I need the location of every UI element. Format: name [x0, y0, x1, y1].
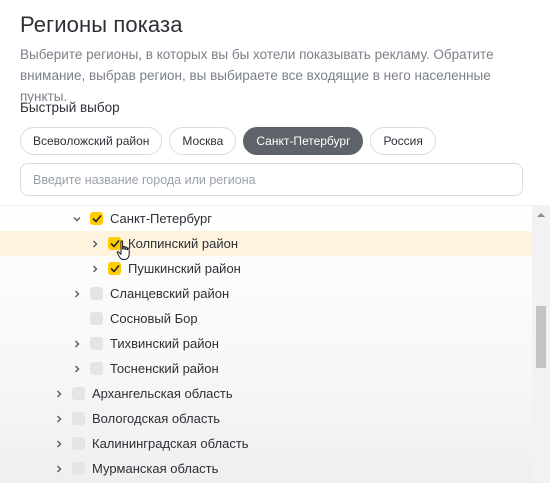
chip-saint-petersburg[interactable]: Санкт-Петербург [243, 127, 364, 155]
chevron-right-icon[interactable] [72, 364, 82, 374]
chip-vsevolozhsky[interactable]: Всеволожский район [20, 127, 163, 155]
description-text: Выберите регионы, в которых вы бы хотели… [20, 47, 494, 104]
tree-row-tosnensky[interactable]: Тосненский район [0, 356, 550, 381]
checkbox-unchecked[interactable] [72, 412, 85, 425]
chevron-down-icon[interactable] [72, 214, 82, 224]
tree-row-label: Вологодская область [92, 411, 221, 426]
tree-row-label: Санкт-Петербург [110, 211, 212, 226]
chevron-right-icon[interactable] [54, 464, 64, 474]
checkbox-unchecked[interactable] [72, 437, 85, 450]
chevron-right-icon[interactable] [72, 339, 82, 349]
tree-row-label: Тосненский район [110, 361, 219, 376]
tree-row-label: Сланцевский район [110, 286, 230, 301]
tree-row-sosnovy-bor[interactable]: Сосновый Бор [0, 306, 550, 331]
checkbox-checked[interactable] [108, 262, 121, 275]
tree-row-label: Тихвинский район [110, 336, 219, 351]
checkbox-unchecked[interactable] [90, 287, 103, 300]
tree-row-label: Калининградская область [92, 436, 249, 451]
tree-row-slantsevsky[interactable]: Сланцевский район [0, 281, 550, 306]
scroll-up-arrow-icon[interactable] [537, 211, 545, 219]
quick-select-label: Быстрый выбор [20, 100, 120, 115]
chip-russia[interactable]: Россия [370, 127, 436, 155]
tree-row-murmansk[interactable]: Мурманская область [0, 456, 550, 481]
tree-row-vologda[interactable]: Вологодская область [0, 406, 550, 431]
chevron-right-icon[interactable] [90, 264, 100, 274]
checkbox-unchecked[interactable] [72, 462, 85, 475]
chevron-right-icon[interactable] [54, 439, 64, 449]
tree-row-arkhangelsk[interactable]: Архангельская область [0, 381, 550, 406]
checkbox-checked[interactable] [108, 237, 121, 250]
tree-row-kolpinsky[interactable]: Колпинский район [0, 231, 550, 256]
tree-row-label: Пушкинский район [128, 261, 241, 276]
tree-row-saint-petersburg[interactable]: Санкт-Петербург [0, 206, 550, 231]
checkbox-unchecked[interactable] [90, 312, 103, 325]
region-search-input[interactable]: Введите название города или региона [20, 163, 523, 196]
tree-row-label: Архангельская область [92, 386, 233, 401]
checkbox-checked[interactable] [90, 212, 103, 225]
chevron-right-icon[interactable] [54, 389, 64, 399]
scrollbar-thumb[interactable] [536, 306, 546, 368]
checkbox-unchecked[interactable] [90, 337, 103, 350]
chip-moscow[interactable]: Москва [169, 127, 237, 155]
tree-row-label: Мурманская область [92, 461, 219, 476]
tree-row-kaliningrad[interactable]: Калининградская область [0, 431, 550, 456]
tree-row-label: Сосновый Бор [110, 311, 198, 326]
chevron-right-icon[interactable] [72, 289, 82, 299]
quick-select-chips: Всеволожский район Москва Санкт-Петербур… [20, 127, 436, 155]
chevron-right-icon[interactable] [54, 414, 64, 424]
checkbox-unchecked[interactable] [72, 387, 85, 400]
tree-row-tikhvinsky[interactable]: Тихвинский район [0, 331, 550, 356]
page-title: Регионы показа [20, 12, 183, 37]
tree-row-label: Колпинский район [128, 236, 239, 251]
chevron-right-icon[interactable] [90, 239, 100, 249]
region-tree: Санкт-Петербург Колпинский район Пушкинс… [0, 205, 550, 483]
tree-row-pushkinsky[interactable]: Пушкинский район [0, 256, 550, 281]
checkbox-unchecked[interactable] [90, 362, 103, 375]
